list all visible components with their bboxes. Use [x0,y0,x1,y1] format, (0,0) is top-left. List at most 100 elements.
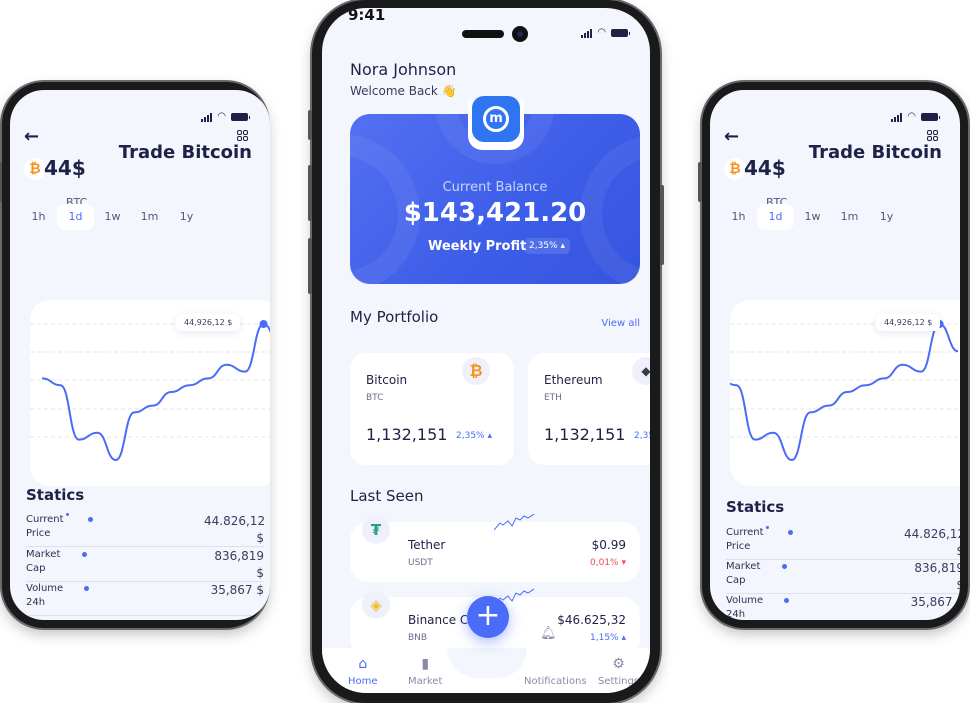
coin-symbol: ETH [544,393,562,403]
tether-icon: ₮ [362,516,390,544]
statics-title: Statics [726,498,785,516]
back-arrow-icon[interactable]: ← [24,126,39,147]
nav-home[interactable]: ⌂ Home [348,656,378,687]
nav-notifications[interactable]: 🔔 Notifications [524,656,587,687]
phone-volume-down [308,238,312,294]
stat-value: 836,819 $ [214,549,264,580]
price-line [41,322,270,462]
tab-1m[interactable]: 1m [831,204,868,230]
speaker-pill [462,30,504,38]
coin-change: 2,35% ▴ [456,431,492,441]
back-arrow-icon[interactable]: ← [724,126,739,147]
view-all-link[interactable]: View all [601,318,640,329]
coin-change: 0,01% ▾ [590,558,626,568]
statics-title: Statics [26,486,85,504]
nav-label: Notifications [524,676,587,687]
timeframe-tabs: 1h 1d 1w 1m 1y [720,204,905,230]
last-seen-title: Last Seen [350,487,424,505]
timeframe-tabs: 1h 1d 1w 1m 1y [20,204,205,230]
stat-row: Current Price 44.826,12 $ [726,526,960,560]
tab-1y[interactable]: 1y [868,204,905,230]
portfolio-card-ethereum[interactable]: ◆ Ethereum ETH 1,132,151 2,35% ▴ [528,353,650,465]
stat-value: 35,867 $ [910,595,960,609]
info-icon[interactable] [88,517,93,522]
tab-1h[interactable]: 1h [720,204,757,230]
nav-label: Home [348,676,378,687]
tab-1d[interactable]: 1d [57,204,94,230]
coin-symbol: BTC [366,393,384,403]
info-dot-icon [766,526,769,529]
tab-1d[interactable]: 1d [757,204,794,230]
user-name: Nora Johnson [350,60,457,79]
phone-volume-up [308,165,312,221]
stat-row: Market Cap 836,819 $ [26,548,264,582]
tab-1h[interactable]: 1h [20,204,57,230]
price-line [730,322,959,462]
coin-value: 1,132,151 [366,425,448,444]
tab-1w[interactable]: 1w [94,204,131,230]
stat-value: 35,867 $ [210,583,264,597]
price-chart[interactable]: 44,926,12 $ [730,300,960,486]
wifi-icon: ◠ [597,27,606,38]
stat-label: Market Cap [726,561,761,586]
tab-1y[interactable]: 1y [168,204,205,230]
info-icon[interactable] [82,552,87,557]
nav-settings[interactable]: ⚙ Settings [598,656,639,687]
status-bar: ◠ [201,112,250,122]
coin-name: Bitcoin [366,373,408,387]
bitcoin-icon: ₿ [24,158,46,180]
coin-name: Ethereum [544,373,603,387]
ethereum-icon: ◆ [632,357,650,385]
trade-screen: ◠ ← Trade Bitcoin ₿ 44$ BTC 1h 1d 1w 1m … [10,90,270,620]
trade-phone-right: ◠ ← Trade Bitcoin ₿ 44$ BTC 1h 1d 1w 1m … [698,82,968,628]
signal-icon [201,112,213,122]
battery-icon [231,113,250,121]
coin-price: $0.99 [591,538,626,552]
tab-1w[interactable]: 1w [794,204,831,230]
balance-label: Current Balance [442,180,548,195]
tab-1m[interactable]: 1m [131,204,168,230]
nav-market[interactable]: ▮ Market [408,656,442,687]
highlight-point[interactable] [259,320,268,328]
coin-change: 2,35% ▴ [634,431,650,441]
stat-value: 44.826,12 $ [904,527,960,558]
info-icon[interactable] [782,564,787,569]
weekly-profit-label: Weekly Profit [428,239,527,254]
list-item-tether[interactable]: ₮ Tether USDT $0.99 0,01% ▾ [350,514,640,582]
status-time: 9:41 [348,8,386,24]
camera [512,26,528,42]
add-button[interactable]: + [467,596,509,638]
status-bar: ◠ [891,111,940,122]
info-icon[interactable] [84,586,89,591]
weekly-profit-badge: 2,35% ▴ [524,238,570,254]
trade-screen: ◠ ← Trade Bitcoin ₿ 44$ BTC 1h 1d 1w 1m … [710,90,960,620]
price-chart[interactable]: 44,926,12 $ [30,300,270,486]
coin-price: $46.625,32 [557,613,626,627]
page-title: Trade Bitcoin [118,142,252,163]
phone-power-button [660,185,664,265]
stat-label: Current Price [26,514,64,539]
info-icon[interactable] [784,598,789,603]
binance-icon: ◈ [362,591,390,619]
grid-menu-icon[interactable] [237,130,248,141]
app-logo-icon: m [472,96,520,142]
info-icon[interactable] [788,530,793,535]
stat-value: 836,819 $ [914,561,960,592]
stat-row: Volume 24h 35,867 $ [726,594,960,620]
stat-value: 44.826,12 $ [204,514,266,545]
grid-menu-icon[interactable] [927,130,938,141]
market-bars-icon: ▮ [421,656,430,672]
coin-name: Tether [408,538,446,552]
btc-price: 44$ [744,156,786,180]
battery-icon [611,29,630,37]
wifi-icon: ◠ [907,111,916,122]
stat-row: Current Price 44.826,12 $ [26,513,266,547]
stat-row: Volume 24h 35,867 $ [26,582,264,616]
trade-phone-left: ◠ ← Trade Bitcoin ₿ 44$ BTC 1h 1d 1w 1m … [0,82,270,628]
nav-label: Settings [598,676,640,687]
btc-price: 44$ [44,156,86,180]
bitcoin-icon: ₿ [462,357,490,385]
chart-tooltip: 44,926,12 $ [176,314,241,331]
home-screen: 9:41 ◠ Nora Johnson Welcome Back 👋 Curre… [322,8,650,693]
portfolio-card-bitcoin[interactable]: ₿ Bitcoin BTC 1,132,151 2,35% ▴ [350,353,514,465]
